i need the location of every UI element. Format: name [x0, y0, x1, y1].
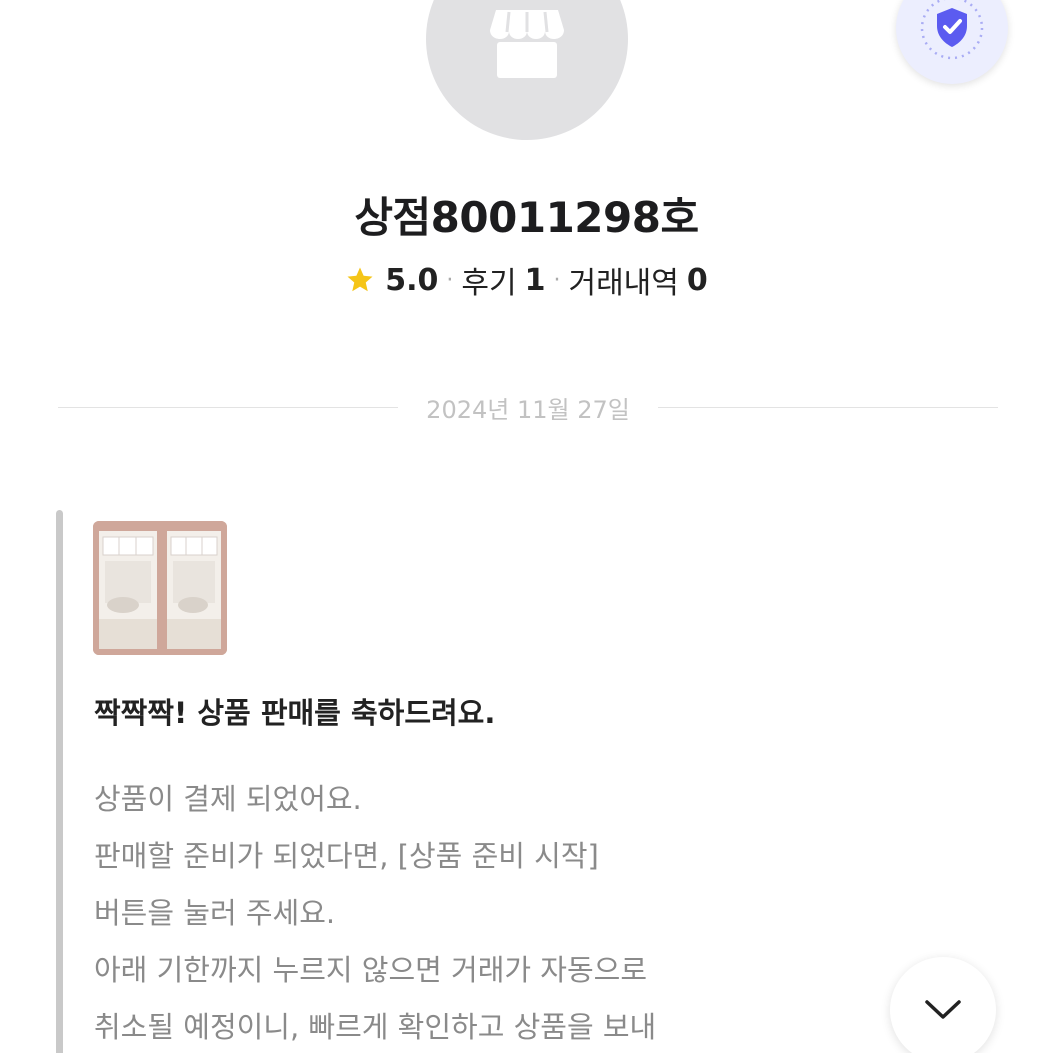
message-line: 판매할 준비가 되었다면, [상품 준비 시작] [94, 839, 599, 873]
message-line: 상품이 결제 되었어요. [94, 782, 362, 816]
message-line: 버튼을 눌러 주세요. [94, 896, 336, 930]
rating-value: 5.0 [385, 262, 439, 298]
date-divider: 2024년 11월 27일 [58, 390, 998, 424]
separator: · [446, 267, 454, 293]
shield-check-icon [920, 0, 984, 60]
chevron-down-icon [925, 1000, 961, 1019]
message-accent-bar [56, 510, 63, 1053]
message-line: 아래 기한까지 누르지 않으면 거래가 자동으로 [94, 953, 648, 987]
message-title: 짝짝짝! 상품 판매를 축하드려요. [94, 696, 496, 730]
chat-date: 2024년 11월 27일 [426, 395, 630, 424]
message-body: 상품이 결제 되었어요. 판매할 준비가 되었다면, [상품 준비 시작] 버튼… [94, 771, 874, 1053]
separator: · [553, 267, 561, 293]
store-icon [490, 10, 564, 78]
store-name: 상점80011298호 [354, 193, 699, 242]
scroll-down-button[interactable] [890, 957, 996, 1053]
divider-line [657, 406, 998, 408]
store-avatar[interactable] [426, 0, 628, 140]
store-stats: 5.0 · 후기 1 · 거래내역 0 [0, 258, 1053, 302]
divider-line [58, 406, 399, 408]
store-chat-screen: 상점80011298호 5.0 · 후기 1 · 거래내역 0 2024년 11… [0, 0, 1053, 1053]
reviews-label[interactable]: 후기 [461, 258, 516, 302]
transactions-label[interactable]: 거래내역 [568, 258, 678, 302]
reviews-count[interactable]: 1 [525, 263, 546, 298]
star-icon [345, 265, 375, 295]
message-line: 취소될 예정이니, 빠르게 확인하고 상품을 보내 [94, 1010, 657, 1044]
verified-badge[interactable] [896, 0, 1008, 84]
transactions-count[interactable]: 0 [687, 263, 708, 298]
product-thumbnail[interactable] [93, 521, 227, 655]
